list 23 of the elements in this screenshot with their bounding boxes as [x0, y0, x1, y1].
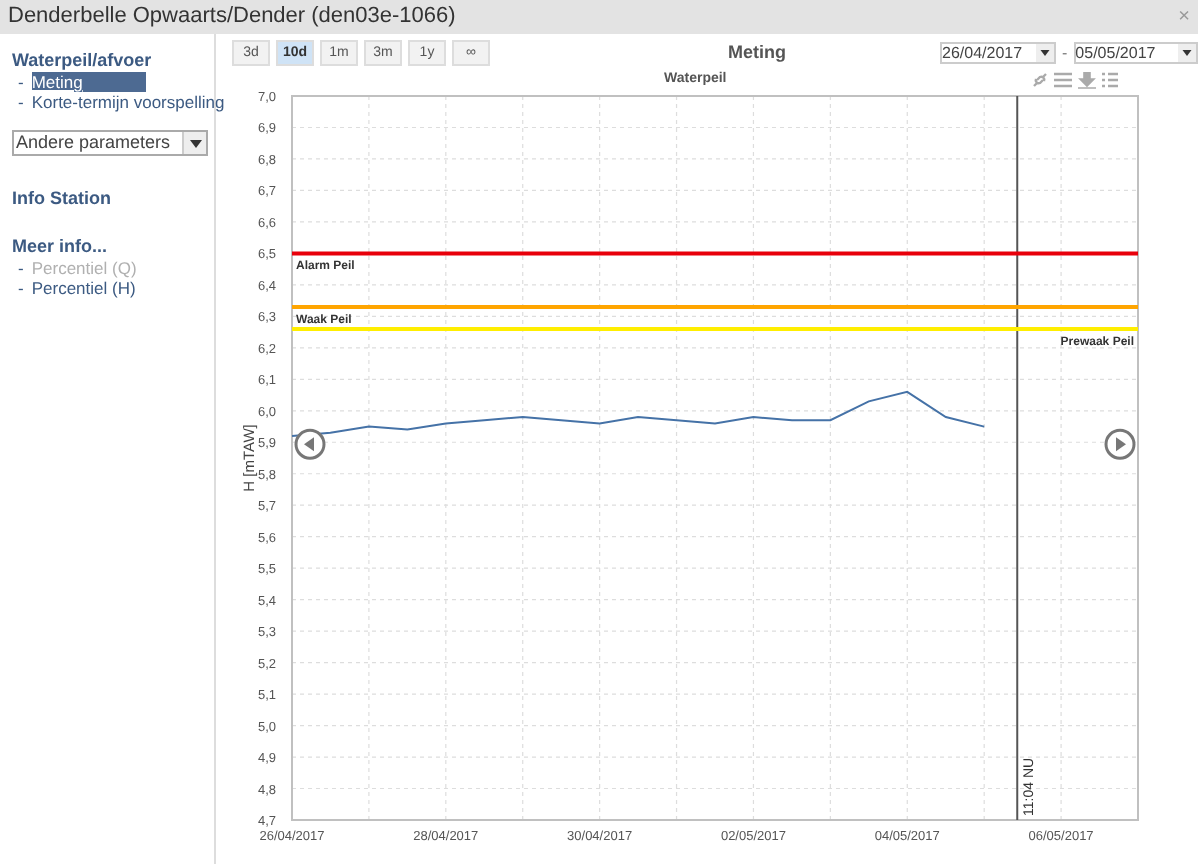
section-title: Meer info...: [12, 235, 110, 257]
dropdown-arrow-icon: [1036, 44, 1054, 63]
link-icon[interactable]: [1032, 72, 1048, 89]
date-separator: -: [1062, 41, 1068, 66]
nav-link[interactable]: Percentiel (H): [31, 277, 136, 297]
info-station-link[interactable]: Info Station: [12, 186, 206, 213]
bullet-dash: -: [18, 92, 24, 112]
menu-icon[interactable]: [1054, 72, 1072, 89]
download-icon[interactable]: [1078, 71, 1096, 90]
bullet-dash: -: [18, 277, 24, 297]
bullet-dash: -: [18, 257, 24, 277]
date-from-field[interactable]: 26/04/2017: [940, 42, 1056, 65]
parameter-dropdown[interactable]: Andere parameters: [12, 130, 208, 156]
bullet-dash: -: [18, 72, 24, 92]
nav-link[interactable]: Korte-termijn voorspelling: [31, 92, 225, 112]
scroll-left-icon[interactable]: [294, 428, 326, 460]
nav-link[interactable]: Meting: [31, 72, 147, 92]
list-icon[interactable]: [1102, 72, 1118, 89]
date-to-field[interactable]: 05/05/2017: [1073, 42, 1198, 65]
section-title: Waterpeil/afvoer: [12, 50, 154, 72]
window-title: Denderbelle Opwaarts/Dender (den03e-1066): [8, 2, 456, 33]
dropdown-arrow-icon: [1177, 44, 1196, 63]
scroll-right-icon[interactable]: [1104, 428, 1136, 460]
